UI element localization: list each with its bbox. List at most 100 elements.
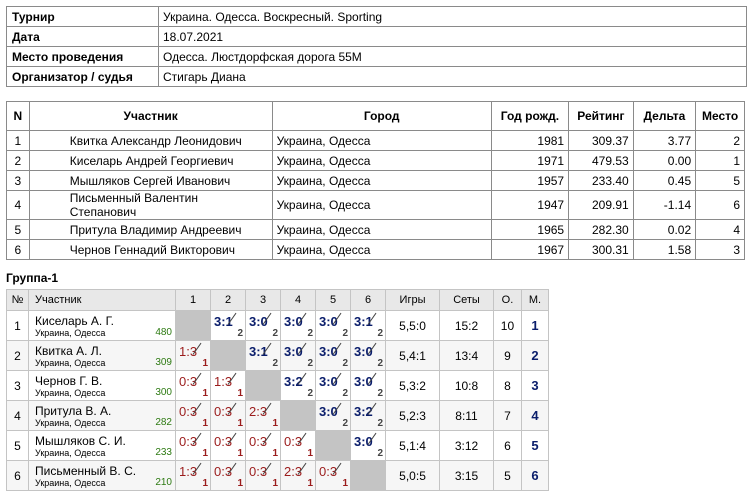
diagonal-cell bbox=[350, 460, 386, 491]
participant-cell: 309.37 bbox=[568, 130, 634, 151]
info-key: Место проведения bbox=[6, 46, 159, 67]
points-cell: 5 bbox=[492, 460, 523, 491]
participant-cell: Украина, Одесса bbox=[271, 190, 492, 220]
points-cell: 9 bbox=[492, 340, 523, 371]
match-result-cell[interactable]: 0:3 1 bbox=[175, 370, 211, 401]
participant-cell: 6 bbox=[695, 190, 745, 220]
points-cell: 6 bbox=[492, 430, 523, 461]
match-result-cell[interactable]: 3:0 2 bbox=[315, 400, 351, 431]
match-points: 1 bbox=[237, 388, 243, 399]
participant-row: 3 Мышляков Сергей Иванович Украина, Одесса… bbox=[6, 170, 745, 191]
participant-cell: 3 bbox=[695, 239, 745, 260]
sets-cell: 10:8 bbox=[439, 370, 494, 401]
participant-cell: 1957 bbox=[490, 170, 570, 191]
group-row-number: 3 bbox=[6, 370, 29, 401]
player-city: Украина, Одесса bbox=[35, 418, 106, 428]
match-points: 2 bbox=[342, 328, 348, 339]
participant-row: 4 Письменный Валентин Степанович Украина, … bbox=[6, 190, 745, 220]
sets-cell: 8:11 bbox=[439, 400, 494, 431]
match-result-cell[interactable]: 0:3 1 bbox=[210, 460, 246, 491]
player-name[interactable]: Письменный В. С. bbox=[35, 464, 136, 478]
group-title: Группа-1 bbox=[6, 271, 59, 285]
participants-header: Рейтинг bbox=[568, 101, 634, 131]
match-result-cell[interactable]: 3:0 2 bbox=[245, 310, 281, 341]
participant-cell: 300.31 bbox=[568, 239, 634, 260]
participant-cell: 2 bbox=[6, 150, 30, 171]
info-key: Организатор / судья bbox=[6, 66, 159, 87]
place-cell: 4 bbox=[521, 400, 549, 431]
participant-row: 5 Притула Владимир Андреевич Украина, Одес… bbox=[6, 219, 745, 240]
match-result-cell[interactable]: 3:0 2 bbox=[280, 310, 316, 341]
match-result-cell[interactable]: 0:3 1 bbox=[315, 460, 351, 491]
group-header: М. bbox=[521, 289, 549, 311]
match-result-cell[interactable]: 3:0 2 bbox=[315, 370, 351, 401]
group-header: Участник bbox=[28, 289, 176, 311]
player-city: Украина, Одесса bbox=[35, 388, 106, 398]
player-name[interactable]: Мышляков С. И. bbox=[35, 434, 126, 448]
participant-cell: Украина, Одесса bbox=[271, 150, 492, 171]
participant-cell: 5 bbox=[6, 219, 30, 240]
match-result-cell[interactable]: 2:3 1 bbox=[280, 460, 316, 491]
match-result-cell[interactable]: 3:0 2 bbox=[350, 340, 386, 371]
group-header: О. bbox=[492, 289, 523, 311]
participant-cell: 0.45 bbox=[632, 170, 697, 191]
diagonal-cell bbox=[280, 400, 316, 431]
match-points: 2 bbox=[307, 328, 313, 339]
player-name[interactable]: Притула В. А. bbox=[35, 404, 111, 418]
player-name[interactable]: Киселарь А. Г. bbox=[35, 314, 114, 328]
sets-cell: 3:12 bbox=[439, 430, 494, 461]
participant-cell: Мышляков Сергей Иванович bbox=[28, 170, 273, 191]
info-key: Дата bbox=[6, 26, 159, 47]
match-result-cell[interactable]: 3:0 2 bbox=[280, 340, 316, 371]
player-name[interactable]: Чернов Г. В. bbox=[35, 374, 102, 388]
participant-row: 2 Киселарь Андрей Георгиевич Украина, Одес… bbox=[6, 150, 745, 171]
match-points: 2 bbox=[377, 418, 383, 429]
group-row: 4 Притула В. А. Украина, Одесса 282 0:3 1 0:3 1… bbox=[6, 400, 549, 431]
match-result-cell[interactable]: 3:0 2 bbox=[350, 370, 386, 401]
match-result-cell[interactable]: 0:3 1 bbox=[280, 430, 316, 461]
match-result-cell[interactable]: 3:1 2 bbox=[350, 310, 386, 341]
match-result-cell[interactable]: 0:3 1 bbox=[245, 430, 281, 461]
match-result-cell[interactable]: 0:3 1 bbox=[210, 430, 246, 461]
participant-cell: 1947 bbox=[490, 190, 570, 220]
participant-cell: 209.91 bbox=[568, 190, 634, 220]
group-header: 4 bbox=[280, 289, 316, 311]
match-result-cell[interactable]: 2:3 1 bbox=[245, 400, 281, 431]
participant-cell: 4 bbox=[6, 190, 30, 220]
match-result-cell[interactable]: 3:2 2 bbox=[280, 370, 316, 401]
match-result-cell[interactable]: 3:1 2 bbox=[245, 340, 281, 371]
match-points: 2 bbox=[377, 358, 383, 369]
match-points: 1 bbox=[272, 418, 278, 429]
match-result-cell[interactable]: 1:3 1 bbox=[175, 460, 211, 491]
group-player-cell: Мышляков С. И. Украина, Одесса 233 bbox=[28, 430, 176, 461]
group-header: 6 bbox=[350, 289, 386, 311]
match-points: 2 bbox=[377, 328, 383, 339]
match-points: 1 bbox=[272, 478, 278, 489]
match-result-cell[interactable]: 3:0 2 bbox=[315, 310, 351, 341]
player-name[interactable]: Квитка А. Л. bbox=[35, 344, 102, 358]
match-result-cell[interactable]: 0:3 1 bbox=[175, 400, 211, 431]
place-cell: 5 bbox=[521, 430, 549, 461]
match-result-cell[interactable]: 0:3 1 bbox=[175, 430, 211, 461]
group-row: 5 Мышляков С. И. Украина, Одесса 233 0:3 1 0:3… bbox=[6, 430, 549, 461]
tournament-info-table: Турнир Украина. Одесса. Воскресный. Sport… bbox=[6, 6, 747, 87]
match-result-cell[interactable]: 3:2 2 bbox=[350, 400, 386, 431]
match-result-cell[interactable]: 3:0 2 bbox=[350, 430, 386, 461]
match-result-cell[interactable]: 1:3 1 bbox=[210, 370, 246, 401]
match-points: 1 bbox=[237, 478, 243, 489]
match-result-cell[interactable]: 3:1 2 bbox=[210, 310, 246, 341]
participants-header: Город bbox=[271, 101, 492, 131]
group-header: 1 bbox=[175, 289, 211, 311]
match-result-cell[interactable]: 3:0 2 bbox=[315, 340, 351, 371]
player-rating: 210 bbox=[155, 477, 172, 488]
participant-cell: 282.30 bbox=[568, 219, 634, 240]
match-result-cell[interactable]: 1:3 1 bbox=[175, 340, 211, 371]
participant-cell: 1971 bbox=[490, 150, 570, 171]
match-result-cell[interactable]: 0:3 1 bbox=[210, 400, 246, 431]
match-points: 1 bbox=[237, 448, 243, 459]
participants-header: Год рожд. bbox=[490, 101, 570, 131]
group-header: 2 bbox=[210, 289, 246, 311]
participants-header: N bbox=[6, 101, 30, 131]
match-result-cell[interactable]: 0:3 1 bbox=[245, 460, 281, 491]
points-cell: 8 bbox=[492, 370, 523, 401]
